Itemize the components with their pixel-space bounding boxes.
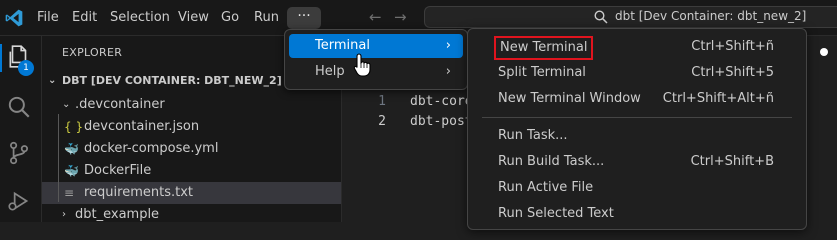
- menu-item-label: Help: [315, 64, 345, 79]
- chevron-right-icon: ›: [62, 209, 66, 220]
- keyboard-shortcut: Ctrl+Shift+Alt+ñ: [662, 91, 774, 106]
- menu-file[interactable]: File: [37, 0, 59, 35]
- menu-selection[interactable]: Selection: [110, 0, 170, 35]
- tree-item[interactable]: 🐳 DockerFile: [42, 160, 341, 182]
- menu-item-help[interactable]: Help ›: [289, 60, 463, 84]
- forward-arrow-icon[interactable]: →: [394, 8, 407, 26]
- menu-item-terminal[interactable]: Terminal ›: [289, 34, 463, 58]
- menu-item-new-terminal[interactable]: New Terminal Ctrl+Shift+ñ: [472, 34, 802, 60]
- code-line[interactable]: dbt-post: [410, 114, 473, 129]
- text-file-icon: ≡: [64, 186, 75, 200]
- more-menu: Terminal › Help ›: [284, 29, 468, 90]
- menu-item-new-terminal-window[interactable]: New Terminal Window Ctrl+Shift+Alt+ñ: [472, 86, 802, 112]
- tree-item-label: devcontainer.json: [84, 119, 200, 134]
- tree-item-label: DockerFile: [84, 163, 152, 178]
- tree-item-label: .devcontainer: [75, 97, 165, 112]
- tree-item[interactable]: { } devcontainer.json: [42, 116, 341, 138]
- explorer-badge: 1: [18, 60, 34, 76]
- menu-item-run-selected-text[interactable]: Run Selected Text: [472, 201, 802, 227]
- command-center[interactable]: dbt [Dev Container: dbt_new_2]: [424, 6, 837, 28]
- menu-go[interactable]: Go: [221, 0, 239, 35]
- code-line[interactable]: dbt-core: [410, 94, 473, 109]
- search-icon[interactable]: [6, 94, 32, 120]
- tree-item-label: requirements.txt: [84, 185, 194, 200]
- explorer-title: EXPLORER: [62, 46, 123, 59]
- active-indicator: [0, 44, 2, 72]
- tree-item[interactable]: ⌄ .devcontainer: [42, 94, 341, 116]
- run-debug-icon[interactable]: [6, 188, 32, 214]
- indent-guide: [58, 114, 59, 202]
- command-center-label: dbt [Dev Container: dbt_new_2]: [615, 9, 807, 23]
- terminal-submenu: New Terminal Ctrl+Shift+ñ Split Terminal Ct…: [467, 28, 807, 230]
- menu-item-run-build-task[interactable]: Run Build Task... Ctrl+Shift+B: [472, 149, 802, 175]
- tree-item-label: dbt_example: [75, 207, 160, 222]
- submenu-arrow-icon: ›: [445, 38, 451, 53]
- menu-item-label: Split Terminal: [498, 65, 586, 80]
- menu-item-label: New Terminal: [494, 36, 594, 60]
- json-icon: { }: [64, 120, 84, 134]
- docker-icon: 🐳: [64, 164, 79, 178]
- menu-item-label: Run Selected Text: [498, 206, 614, 221]
- menu-separator: [482, 117, 792, 118]
- line-number: 2: [378, 114, 386, 129]
- menu-edit[interactable]: Edit: [72, 0, 97, 35]
- chevron-down-icon: ⌄: [48, 75, 57, 86]
- tree-item[interactable]: ≡ requirements.txt: [42, 182, 341, 204]
- menu-run[interactable]: Run: [254, 0, 279, 35]
- workspace-name: DBT [DEV CONTAINER: DBT_NEW_2]: [62, 74, 282, 87]
- menu-item-label: Run Active File: [498, 180, 594, 195]
- menu-item-label: Run Task...: [498, 128, 568, 143]
- activity-bar: 1: [0, 36, 42, 222]
- docker-icon: 🐳: [64, 142, 79, 156]
- more-menus-button[interactable]: ···: [287, 7, 321, 29]
- menu-item-run-task[interactable]: Run Task...: [472, 123, 802, 149]
- source-control-icon[interactable]: [6, 140, 32, 166]
- unsaved-dot-icon[interactable]: [820, 48, 828, 56]
- keyboard-shortcut: Ctrl+Shift+B: [690, 154, 774, 169]
- menu-item-run-active-file[interactable]: Run Active File: [472, 175, 802, 201]
- menu-item-split-terminal[interactable]: Split Terminal Ctrl+Shift+5: [472, 60, 802, 86]
- back-arrow-icon[interactable]: ←: [369, 8, 382, 26]
- tree-item[interactable]: › dbt_example: [42, 204, 341, 226]
- line-number: 1: [378, 94, 386, 109]
- hand-cursor-icon: [353, 53, 371, 77]
- menu-item-label: Run Build Task...: [498, 154, 605, 169]
- keyboard-shortcut: Ctrl+Shift+5: [691, 65, 774, 80]
- tree-item-label: docker-compose.yml: [84, 141, 219, 156]
- keyboard-shortcut: Ctrl+Shift+ñ: [691, 39, 774, 54]
- submenu-arrow-icon: ›: [445, 64, 451, 79]
- vscode-logo-icon[interactable]: [4, 8, 24, 28]
- search-icon: [594, 10, 608, 24]
- menu-item-label: New Terminal Window: [498, 91, 641, 106]
- menu-view[interactable]: View: [178, 0, 209, 35]
- chevron-down-icon: ⌄: [62, 99, 71, 110]
- tree-item[interactable]: 🐳 docker-compose.yml: [42, 138, 341, 160]
